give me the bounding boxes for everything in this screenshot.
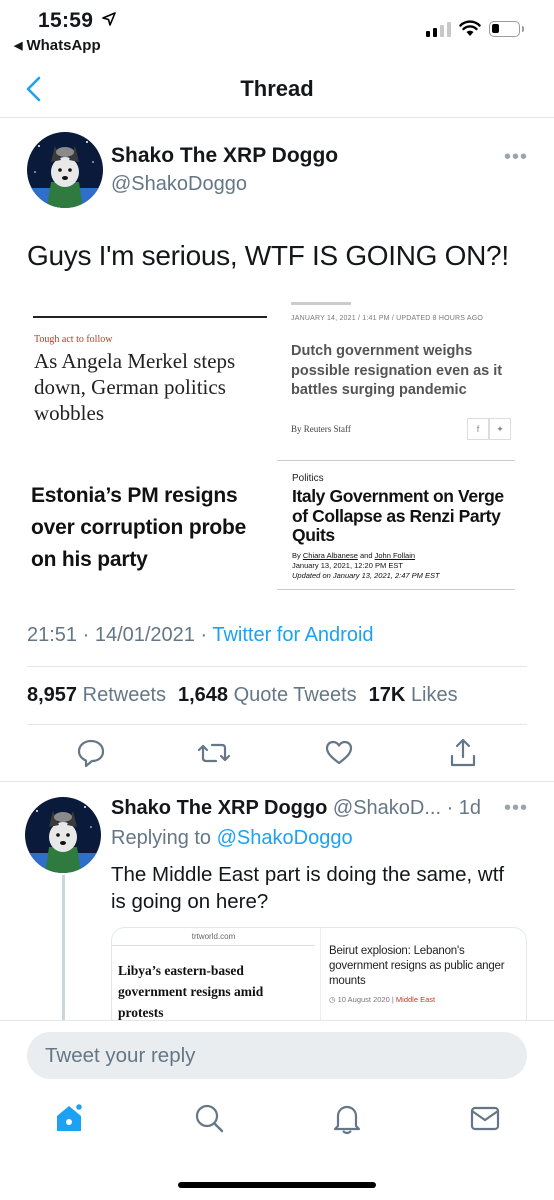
bottom-panel: Tweet your reply [0,1020,554,1200]
battery-icon [489,21,524,37]
tweet-text: Guys I'm serious, WTF IS GOING ON?! [27,240,509,271]
article-tag: Politics [292,473,324,484]
media-article-italy: Politics Italy Government on Verge of Co… [277,460,515,590]
more-icon[interactable]: ••• [504,146,528,169]
home-icon[interactable] [52,1101,86,1135]
status-time: 15:59 [38,9,94,32]
tab-bar [0,1101,554,1151]
divider [0,781,554,782]
more-icon[interactable]: ••• [504,797,528,820]
tweet-actions [0,736,554,776]
reply-text: The Middle East part is doing the same, … [111,863,505,913]
replying-to-handle[interactable]: @ShakoDoggo [217,827,353,849]
article-headline: Italy Government on Verge of Collapse as… [292,486,504,545]
back-to-app-link[interactable]: ◀ WhatsApp [14,37,101,54]
media-article-libya: trtworld.com Libya’s eastern-based gover… [112,928,315,1021]
article-meta: JANUARY 14, 2021 / 1:41 PM / UPDATED 8 H… [291,315,484,322]
notifications-icon[interactable] [330,1101,364,1135]
quote-tweets-stat[interactable]: 1,648 Quote Tweets [178,684,357,707]
page-title: Thread [240,76,314,101]
reply-author[interactable]: Shako The XRP Doggo @ShakoD... · 1d [111,797,481,820]
browser-url-bar: trtworld.com [112,928,315,946]
article-headline: Estonia’s PM resigns over corruption pro… [31,484,247,571]
media-article-estonia: Estonia’s PM resigns over corruption pro… [27,450,270,594]
reply-icon[interactable] [76,736,106,770]
tweet-media-collage[interactable]: Tough act to follow As Angela Merkel ste… [27,298,527,594]
media-article-beirut: Beirut explosion: Lebanon's government r… [320,928,526,1021]
article-byline: By Reuters Staff [291,424,351,434]
location-arrow-icon [102,12,116,26]
home-indicator [178,1182,376,1188]
article-byline: By Chiara Albanese and John Follain Janu… [292,551,440,580]
article-headline: As Angela Merkel steps down, German poli… [34,349,236,425]
wifi-icon [459,20,481,36]
tweet-timestamp: 21:51 · 14/01/2021 · Twitter for Android [27,624,374,646]
divider [27,666,527,667]
reply-avatar[interactable] [25,797,101,873]
media-article-dutch: JANUARY 14, 2021 / 1:41 PM / UPDATED 8 H… [277,298,527,450]
avatar[interactable] [27,132,103,208]
thread-connector-line [62,875,65,1020]
article-meta: ◷ 10 August 2020 | Middle East [329,995,436,1004]
article-headline: Beirut explosion: Lebanon's government r… [329,945,505,987]
author-handle[interactable]: @ShakoDoggo [111,173,247,196]
twitter-bird-icon: ✦ [489,418,511,440]
author-name[interactable]: Shako The XRP Doggo [111,144,338,168]
back-triangle-icon: ◀ [14,40,23,52]
dog-avatar-image [27,132,103,208]
like-icon[interactable] [324,736,354,770]
facebook-icon: f [467,418,489,440]
status-bar: 15:59 ◀ WhatsApp [0,0,554,60]
retweets-stat[interactable]: 8,957 Retweets [27,684,166,707]
replying-to: Replying to @ShakoDoggo [111,827,353,849]
reply-handle-time: @ShakoD... · 1d [332,797,482,819]
tweet-stats: 8,957 Retweets 1,648 Quote Tweets 17K Li… [27,684,458,707]
nav-header: Thread [0,60,554,118]
article-kicker: Tough act to follow [34,334,113,345]
likes-stat[interactable]: 17K Likes [369,684,458,707]
share-icon[interactable] [448,736,478,770]
dog-avatar-image [25,797,101,873]
back-app-label: WhatsApp [26,37,101,54]
search-icon[interactable] [192,1101,226,1135]
messages-icon[interactable] [468,1101,502,1135]
reply-media[interactable]: trtworld.com Libya’s eastern-based gover… [111,927,527,1022]
reply-input[interactable]: Tweet your reply [27,1032,527,1079]
tweet-source-link[interactable]: Twitter for Android [212,624,373,646]
divider [27,724,527,725]
article-headline: Libya’s eastern-based government resigns… [118,963,264,1020]
media-article-merkel: Tough act to follow As Angela Merkel ste… [27,298,270,438]
article-headline: Dutch government weighs possible resigna… [291,343,503,398]
retweet-icon[interactable] [197,736,231,770]
signal-icon [426,22,451,37]
